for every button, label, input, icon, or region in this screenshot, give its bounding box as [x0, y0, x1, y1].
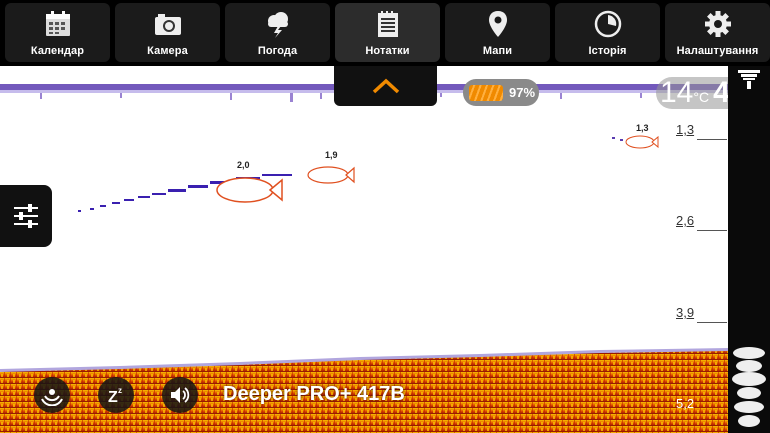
fish-depth-label: 2,0: [237, 160, 250, 170]
sonar-settings-button[interactable]: [0, 185, 52, 247]
battery-icon: [469, 84, 503, 101]
speaker-icon: [171, 387, 190, 403]
depth-scale-label: 1,3: [676, 122, 695, 137]
water-temperature: 14: [660, 76, 694, 109]
camera-icon: [154, 14, 181, 35]
sound-button[interactable]: [162, 377, 198, 413]
fish-icon-2: [307, 166, 355, 184]
notes-button[interactable]: Нотатки: [335, 3, 440, 62]
fish-depth-label: 1,3: [636, 123, 649, 133]
history-icon: [594, 10, 621, 38]
depth-slider-graphic: [732, 70, 766, 427]
history-label: Історія: [588, 45, 627, 57]
sonar-waves-icon: [41, 389, 63, 406]
calendar-button[interactable]: Календар: [5, 3, 110, 62]
settings-button[interactable]: Налаштування: [665, 3, 770, 62]
bottom-depth-label: 5,2: [676, 396, 695, 411]
svg-text:z: z: [118, 386, 122, 395]
notes-label: Нотатки: [365, 45, 410, 57]
maps-label: Мапи: [482, 45, 513, 57]
depth-scale-bar[interactable]: [728, 66, 770, 433]
calendar-label: Календар: [30, 45, 85, 57]
depth-scale-label: 2,6: [676, 213, 695, 228]
top-menu-bar: Календар Камера Погода Нотатки Мапи Істо…: [0, 0, 770, 66]
device-name: Deeper PRO+ 417B: [223, 383, 405, 405]
battery-indicator: 97%: [463, 79, 539, 106]
map-pin-icon: [488, 11, 507, 37]
fish-depth-label: 1,9: [325, 150, 338, 160]
weather-icon: [267, 12, 288, 38]
gear-icon: [704, 11, 731, 37]
svg-text:Z: Z: [108, 389, 118, 406]
temperature-unit: °C: [693, 89, 710, 105]
pull-down-menu-tab[interactable]: [334, 66, 437, 106]
calendar-icon: [45, 11, 70, 36]
weather-label: Погода: [257, 45, 298, 57]
chevron-up-icon: [372, 78, 399, 94]
fish-icon-3: [625, 135, 659, 149]
sonar-mode-button[interactable]: [34, 377, 70, 413]
settings-label: Налаштування: [676, 45, 759, 57]
depth-scale-label: 3,9: [676, 305, 695, 320]
sliders-icon: [14, 204, 38, 228]
battery-percent: 97%: [509, 85, 536, 100]
notes-icon: [377, 11, 398, 37]
camera-button[interactable]: Камера: [115, 3, 220, 62]
maps-button[interactable]: Мапи: [445, 3, 550, 62]
sleep-icon: Z z: [108, 386, 122, 406]
camera-label: Камера: [147, 45, 188, 57]
sleep-mode-button[interactable]: Z z: [98, 377, 134, 413]
weather-button[interactable]: Погода: [225, 3, 330, 62]
history-button[interactable]: Історія: [555, 3, 660, 62]
fish-icon-1: [216, 177, 283, 203]
